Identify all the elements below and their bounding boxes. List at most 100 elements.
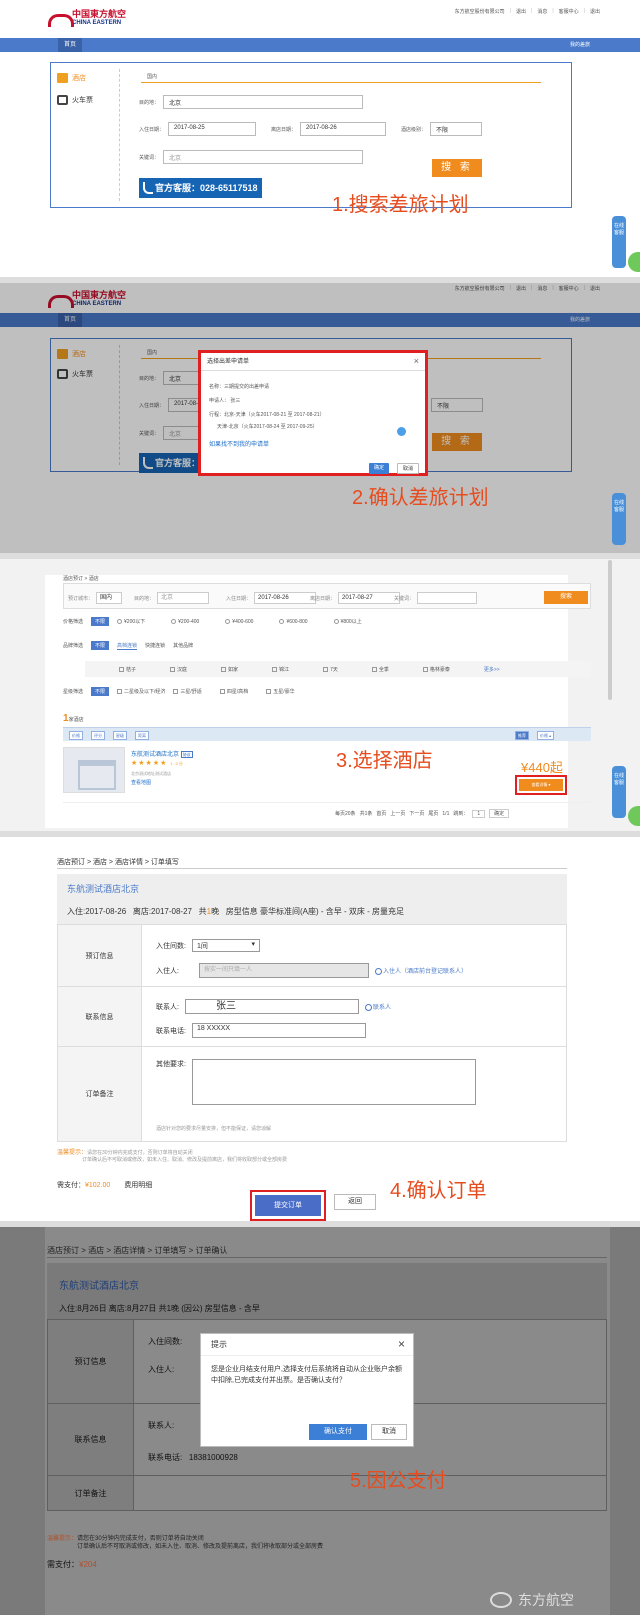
page-jump-input[interactable]: 1 xyxy=(472,809,486,818)
navbar: 首页 我的差旅 xyxy=(0,38,640,52)
brand-options: 桔子 汉庭 如家 锦江 7天 全季 格林豪泰 更多>> xyxy=(85,661,591,677)
guest-input[interactable]: 按实一间只填一人 xyxy=(198,963,369,978)
online-service-tab[interactable]: 在线客服 xyxy=(612,766,626,818)
service-center-link[interactable]: 客服中心 xyxy=(559,8,579,15)
star-filter: 星级筛选 不限 二星级及以下/经济 三星/舒适 四星/高档 五星/豪华 xyxy=(63,687,295,696)
submit-order-button[interactable]: 提交订单 xyxy=(255,1195,321,1216)
payment-confirm-modal: 提示 × 您是企业月结支付用户,选择支付后系统将自动从企业账户余额中扣除,已完成… xyxy=(200,1333,414,1447)
add-guest-link[interactable]: 入住人（酒店前台登记联系人） xyxy=(374,966,467,975)
breadcrumb: 酒店预订 > 酒店 > 酒店详情 > 订单填写 xyxy=(57,859,179,866)
cancel-button[interactable]: 取消 xyxy=(371,1424,407,1440)
step4-label: 4.确认订单 xyxy=(390,1180,487,1202)
keyword-input[interactable]: 北京 xyxy=(163,150,364,164)
price-unlimited[interactable]: 不限 xyxy=(91,617,110,626)
brand-filter: 品牌筛选 不限 高档连锁 快捷连锁 其他品牌 xyxy=(63,641,194,650)
breadcrumb: 酒店预订 > 酒店 xyxy=(63,576,99,582)
selected-check-icon[interactable] xyxy=(397,427,406,436)
hotel-icon xyxy=(57,73,68,83)
step1-label: 1.搜索差旅计划 xyxy=(332,194,469,216)
company-link[interactable]: 东方航空股份有限公司 xyxy=(455,8,505,15)
online-service-tab[interactable]: 在线客服 xyxy=(612,493,626,545)
step1-panel: 中国東方航空 CHINA EASTERN 东方航空股份有限公司 | 退出 | 消息 | … xyxy=(0,0,640,277)
tab-hotel[interactable]: 酒店 xyxy=(57,73,86,83)
step2-label: 2.确认差旅计划 xyxy=(352,487,489,509)
stay-info: 入住:2017-08-26 离店:2017-08-27 共1晚 房型信息 豪华标… xyxy=(67,907,404,916)
hotel-name[interactable]: 东航测试酒店北京 协议 xyxy=(131,749,193,758)
hotel-price: ¥440起 xyxy=(521,760,563,775)
notice: 温馨提示：请您在30分钟内完成支付，否则订单将自动关闭 温馨提示：订单确认后不可… xyxy=(47,1536,324,1550)
top-links: 东方航空股份有限公司 | 退出 | 消息 | 客服中心 | 退出 xyxy=(454,8,600,15)
watermark: 东方航空 xyxy=(490,1590,574,1610)
person-icon xyxy=(364,1003,372,1011)
search-button[interactable]: 搜 索 xyxy=(432,159,482,177)
float-green-button[interactable] xyxy=(628,252,640,272)
hotel-title[interactable]: 东航测试酒店北京 xyxy=(59,1277,139,1292)
logout-link[interactable]: 退出 xyxy=(516,8,526,15)
service-hotline: 官方客服：028-65117518 xyxy=(139,178,262,198)
more-brands-link[interactable]: 更多>> xyxy=(484,666,500,673)
message-link[interactable]: 消息 xyxy=(537,8,547,15)
hotel-stars: ★★★★★ 1.0分 xyxy=(131,760,184,767)
star-level-select[interactable]: 不限 xyxy=(430,122,483,136)
brand-tab-other[interactable]: 其他品牌 xyxy=(173,642,193,649)
result-count: 1家酒店 xyxy=(63,713,84,724)
hotel-list: 酒店预订 > 酒店 预订城市： 国内 目的地： 北京 入住日期： 2017-08-26… xyxy=(45,575,591,828)
hotel-image[interactable] xyxy=(63,747,125,793)
destination-input[interactable]: 北京 xyxy=(157,592,210,604)
step5-label: 5.因公支付 xyxy=(350,1470,447,1492)
pagination: 每页20条 共1条 首页 上一页 下一页 尾页 1/1 跳到： 1 确定 xyxy=(335,809,510,818)
hotel-address: 北京测试地址测试酒店 xyxy=(131,771,171,776)
search-button[interactable]: 搜索 xyxy=(544,591,588,604)
breadcrumb: 酒店预订 > 酒店 > 酒店详情 > 订单填写 > 订单确认 xyxy=(47,1246,228,1255)
order-header: 东航测试酒店北京 入住:2017-08-26 离店:2017-08-27 共1晚… xyxy=(57,874,567,924)
price-filter: 价格筛选 不限 ¥200以下 ¥200-400 ¥400-600 ¥600-800… xyxy=(63,617,362,626)
brand-tab-fast[interactable]: 快捷连锁 xyxy=(145,642,165,649)
contact-name-input[interactable]: 张三 xyxy=(184,999,359,1014)
map-link[interactable]: 查看地图 xyxy=(131,779,151,786)
back-button[interactable]: 返回 xyxy=(334,1194,376,1210)
scrollbar[interactable] xyxy=(608,560,612,700)
hotel-title[interactable]: 东航测试酒店北京 xyxy=(67,882,139,895)
swallow-logo-icon xyxy=(48,10,74,28)
keyword-input[interactable] xyxy=(417,592,478,604)
close-icon[interactable]: × xyxy=(398,1337,405,1351)
rooms-select[interactable]: 1间 xyxy=(191,939,260,952)
order-form: 预订信息 入住间数:1间 入住人:按实一间只填一人入住人（酒店前台登记联系人） … xyxy=(57,924,567,1142)
cancel-button[interactable]: 取消 xyxy=(397,463,419,474)
other-request-textarea[interactable] xyxy=(191,1059,476,1105)
city-select[interactable]: 国内 xyxy=(96,592,123,604)
detail-button[interactable]: 查看详情 ▾ xyxy=(515,775,567,795)
brand-tab-high[interactable]: 高档连锁 xyxy=(117,642,138,650)
tab-domestic[interactable]: 国内 xyxy=(141,73,541,83)
tab-train[interactable]: 火车票 xyxy=(57,95,93,105)
nav-my-travel[interactable]: 我的差旅 xyxy=(570,38,590,52)
submit-order-highlight: 提交订单 xyxy=(250,1190,326,1221)
destination-input[interactable]: 北京 xyxy=(163,95,364,109)
page-jump-button[interactable]: 确定 xyxy=(489,809,510,818)
close-icon[interactable]: × xyxy=(414,356,419,366)
not-found-link[interactable]: 如果找不到我的申请单 xyxy=(209,439,269,448)
person-icon xyxy=(374,967,382,975)
online-service-tab[interactable]: 在线客服 xyxy=(612,216,626,268)
checkout-date-input[interactable]: 2017-08-27 xyxy=(338,592,401,604)
modal-message: 您是企业月结支付用户,选择支付后系统将自动从企业账户余额中扣除,已完成支付并出票… xyxy=(211,1366,402,1384)
checkin-date-input[interactable]: 2017-08-26 xyxy=(254,592,317,604)
logo: 中国東方航空 CHINA EASTERN xyxy=(48,10,126,28)
fee-detail-link[interactable]: 费用明细 xyxy=(124,1182,152,1189)
confirm-payment-button[interactable]: 确认支付 xyxy=(309,1424,367,1440)
nav-home-tab[interactable]: 首页 xyxy=(58,38,83,52)
add-contact-link[interactable]: 联系人 xyxy=(364,1002,391,1011)
contact-phone-input[interactable]: 18 XXXXX xyxy=(191,1023,366,1038)
hotel-row[interactable]: 东航测试酒店北京 协议 ★★★★★ 1.0分 北京测试地址测试酒店 查看地图 ¥… xyxy=(63,747,591,803)
checkout-date-input[interactable]: 2017-08-26 xyxy=(300,122,387,136)
checkin-date-input[interactable]: 2017-08-25 xyxy=(168,122,257,136)
phone-icon xyxy=(143,182,153,194)
wechat-icon xyxy=(490,1592,512,1608)
filter-bar: 预订城市： 国内 目的地： 北京 入住日期： 2017-08-26 离店日期： 2017… xyxy=(63,583,591,609)
train-icon xyxy=(57,95,68,105)
confirm-button[interactable]: 确定 xyxy=(369,463,389,474)
step3-label: 3.选择酒店 xyxy=(336,750,433,772)
modal-title: 提示 xyxy=(201,1334,413,1356)
exit-link[interactable]: 退出 xyxy=(590,8,600,15)
topbar: 中国東方航空 CHINA EASTERN 东方航空股份有限公司 | 退出 | 消息 | … xyxy=(0,0,640,38)
